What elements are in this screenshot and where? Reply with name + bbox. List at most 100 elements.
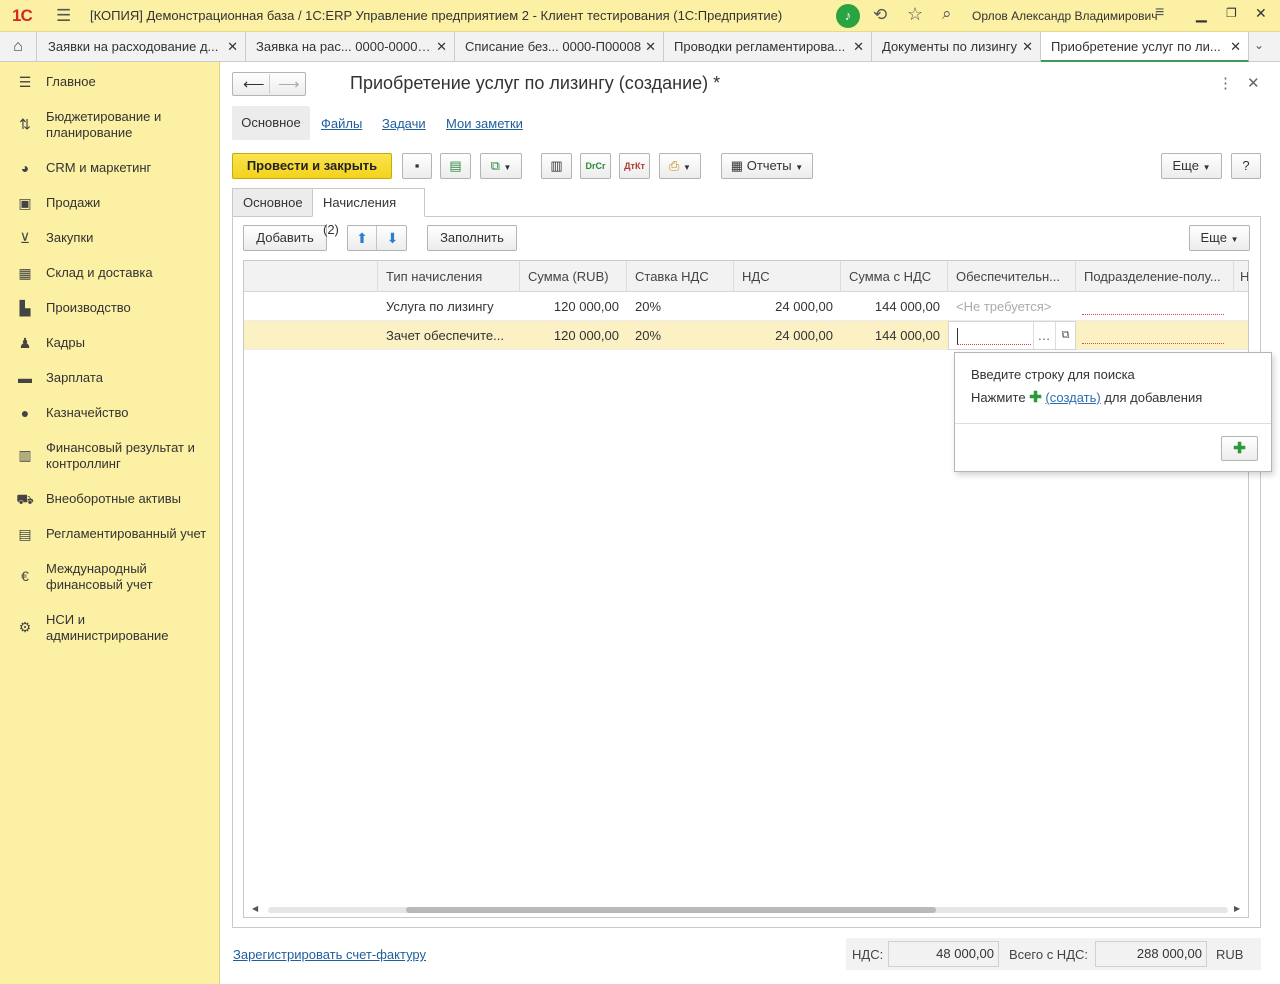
close-tab-icon[interactable]: ✕ [436, 32, 447, 61]
column-header-extra[interactable]: Н [1234, 261, 1248, 292]
post-icon[interactable]: ▤ [440, 153, 471, 179]
open-tab[interactable]: Документы по лизингу ✕ [872, 32, 1041, 61]
sidebar-item-sales[interactable]: ▣ Продажи [0, 195, 219, 215]
scroll-right-icon[interactable]: ▶ [1234, 904, 1240, 913]
close-form-icon[interactable]: ✕ [1247, 74, 1260, 92]
save-icon[interactable]: ▪ [402, 153, 432, 179]
register-invoice-link[interactable]: Зарегистрировать счет-фактуру [233, 947, 426, 962]
column-header-department[interactable]: Подразделение-полу... [1076, 261, 1234, 292]
close-tab-icon[interactable]: ✕ [1022, 32, 1033, 61]
sidebar-item-regulated-accounting[interactable]: ▤ Регламентированный учет [0, 526, 219, 546]
table-more-button[interactable]: Еще ▼ [1189, 225, 1250, 251]
warehouse-grid-icon: ▦ [18, 265, 32, 281]
sidebar-item-fixed-assets[interactable]: ⛟ Внеоборотные активы [0, 491, 219, 511]
maximize-icon[interactable]: ❐ [1226, 6, 1237, 20]
open-tab-active[interactable]: Приобретение услуг по ли... ✕ [1041, 32, 1249, 62]
table-row-selected[interactable]: Зачет обеспечите... 120 000,00 20% 24 00… [244, 321, 1248, 350]
back-arrow-icon[interactable]: ⟵ [243, 75, 265, 93]
sidebar-item-label: Склад и доставка [46, 265, 153, 280]
cell-department[interactable] [1076, 321, 1234, 350]
post-and-close-button[interactable]: Провести и закрыть [232, 153, 392, 179]
add-new-plus-button[interactable]: ✚ [1221, 436, 1258, 461]
more-button[interactable]: Еще ▼ [1161, 153, 1222, 179]
more-label: Еще [1172, 158, 1199, 173]
select-ellipsis-button[interactable]: … [1033, 322, 1054, 349]
sidebar-item-treasury[interactable]: ● Казначейство [0, 405, 219, 425]
sidebar-item-production[interactable]: ▙ Производство [0, 300, 219, 320]
window-title: [КОПИЯ] Демонстрационная база / 1С:ERP У… [90, 8, 783, 23]
dt-kt-icon[interactable]: ДтКт [619, 153, 650, 179]
nav-files-link[interactable]: Файлы [321, 116, 362, 131]
home-icon[interactable]: ⌂ [0, 32, 37, 61]
tab-main[interactable]: Основное [232, 188, 313, 217]
help-button[interactable]: ? [1231, 153, 1261, 179]
sidebar-item-ifrs[interactable]: € Международный финансовый учет [0, 561, 219, 595]
dr-cr-icon[interactable]: DrCr [580, 153, 611, 179]
print-icon[interactable]: ⎙ ▼ [659, 153, 701, 179]
history-icon[interactable]: ⟲ [873, 5, 887, 25]
favorites-star-icon[interactable]: ☆ [907, 4, 923, 25]
sidebar-item-hr[interactable]: ♟ Кадры [0, 335, 219, 355]
create-based-on-icon[interactable]: ⧉ ▼ [480, 153, 522, 179]
sidebar-item-purchases[interactable]: ⊻ Закупки [0, 230, 219, 250]
column-header-security[interactable]: Обеспечительн... [948, 261, 1076, 292]
column-header-vat-rate[interactable]: Ставка НДС [627, 261, 734, 292]
reports-button[interactable]: ▦ Отчеты ▼ [721, 153, 813, 179]
sidebar-item-main[interactable]: ☰ Главное [0, 74, 219, 94]
sidebar-item-admin[interactable]: ⚙ НСИ и администрирование [0, 612, 219, 646]
reports-label: Отчеты [746, 158, 792, 173]
cell-department[interactable] [1076, 292, 1234, 321]
forward-arrow-icon[interactable]: ⟶ [278, 75, 300, 93]
column-header-total[interactable]: Сумма с НДС [841, 261, 948, 292]
table-row[interactable]: Услуга по лизингу 120 000,00 20% 24 000,… [244, 292, 1248, 321]
divider [269, 74, 270, 94]
settings-icon[interactable]: ≡ [1155, 4, 1164, 22]
open-tab-label: Заявки на расходование д... [48, 39, 219, 54]
close-window-icon[interactable]: ✕ [1255, 5, 1267, 22]
close-tab-icon[interactable]: ✕ [853, 32, 864, 61]
sidebar-item-warehouse[interactable]: ▦ Склад и доставка [0, 265, 219, 285]
open-icon[interactable]: ⧉ [1055, 322, 1075, 349]
journal-icon[interactable]: ▥ [541, 153, 572, 179]
minimize-icon[interactable]: ▁ [1196, 6, 1207, 23]
tab-accruals[interactable]: Начисления (2) [312, 188, 425, 237]
nav-tasks-link[interactable]: Задачи [382, 116, 426, 131]
more-label: Еще [1200, 230, 1227, 245]
sidebar-item-financial-result[interactable]: ▥ Финансовый результат и контроллинг [0, 440, 219, 474]
move-up-icon[interactable]: ⬆ [348, 226, 377, 250]
search-icon[interactable]: ⌕ [942, 4, 952, 24]
security-input[interactable]: … ⧉ [948, 321, 1076, 350]
notifications-bell-icon[interactable]: ♪ [836, 4, 860, 28]
column-header-vat[interactable]: НДС [734, 261, 841, 292]
scrollbar-thumb[interactable] [406, 907, 936, 913]
column-header-type[interactable]: Тип начисления [378, 261, 520, 292]
chevron-down-icon[interactable]: ⌄ [1254, 38, 1264, 52]
add-button[interactable]: Добавить [243, 225, 327, 251]
user-name[interactable]: Орлов Александр Владимирович [972, 9, 1158, 23]
ruble-coin-icon: ● [20, 405, 30, 421]
scroll-left-icon[interactable]: ◀ [252, 904, 258, 913]
column-header-sum[interactable]: Сумма (RUB) [520, 261, 627, 292]
close-tab-icon[interactable]: ✕ [645, 32, 656, 61]
more-vertical-icon[interactable]: ⋮ [1218, 74, 1233, 92]
divider [955, 423, 1271, 424]
nav-notes-link[interactable]: Мои заметки [446, 116, 523, 131]
open-tab[interactable]: Заявки на расходование д... ✕ [38, 32, 246, 61]
sidebar-item-salary[interactable]: ▬ Зарплата [0, 370, 219, 390]
plus-icon: ✚ [1029, 389, 1042, 406]
sidebar-item-crm[interactable]: ◕ CRM и маркетинг [0, 160, 219, 180]
cell-vat-rate: 20% [635, 299, 662, 314]
fill-button[interactable]: Заполнить [427, 225, 517, 251]
main-menu-icon[interactable]: ☰ [56, 6, 71, 26]
create-hint-suffix: для добавления [1104, 390, 1203, 405]
nav-main[interactable]: Основное [232, 106, 310, 140]
move-down-icon[interactable]: ⬇ [378, 226, 407, 250]
open-tab[interactable]: Проводки регламентирова... ✕ [664, 32, 872, 61]
create-link[interactable]: (создать) [1045, 390, 1100, 405]
open-tab[interactable]: Списание без... 0000-П00008 ✕ [455, 32, 664, 61]
close-tab-icon[interactable]: ✕ [1230, 32, 1241, 60]
horizontal-scrollbar[interactable] [268, 907, 1228, 913]
open-tab[interactable]: Заявка на рас... 0000-000009 ✕ [246, 32, 455, 61]
close-tab-icon[interactable]: ✕ [227, 32, 238, 61]
sidebar-item-budgeting[interactable]: ⇅ Бюджетирование и планирование [0, 109, 219, 143]
